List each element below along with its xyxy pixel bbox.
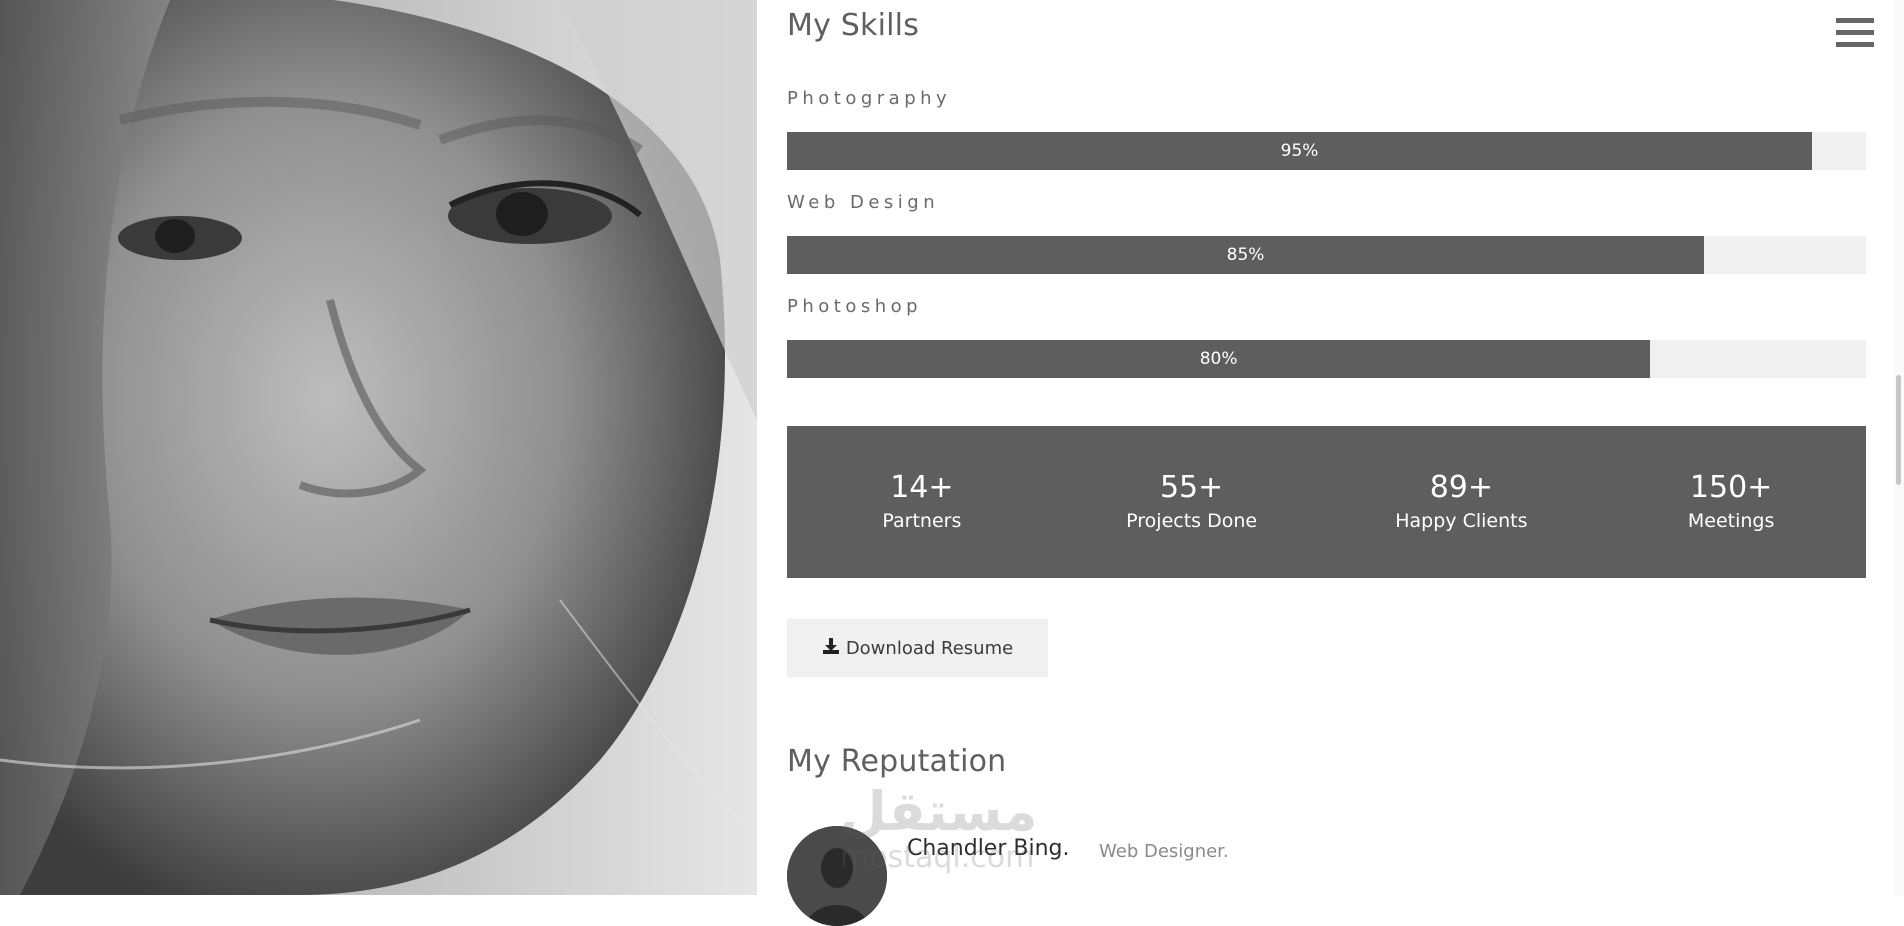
stats-panel: 14+ Partners 55+ Projects Done 89+ Happy… — [787, 426, 1866, 578]
stat-number: 14+ — [890, 470, 954, 505]
skill-bar-web-design: 85% — [787, 236, 1866, 274]
stat-number: 55+ — [1159, 470, 1224, 505]
skill-bar-fill-photography: 95% — [787, 132, 1813, 170]
reviewer-role: Web Designer. — [1099, 841, 1229, 862]
stat-label: Happy Clients — [1395, 510, 1528, 532]
reviewer-avatar — [787, 826, 887, 926]
skill-label-photoshop: Photoshop — [787, 296, 923, 317]
download-resume-button[interactable]: Download Resume — [787, 619, 1048, 677]
stat-label: Meetings — [1687, 510, 1775, 532]
resume-content: My Skills Photography 95% Web Design 85%… — [787, 0, 1867, 926]
hamburger-menu-icon[interactable] — [1836, 18, 1876, 54]
stat-label: Projects Done — [1126, 510, 1258, 532]
portrait-photo — [0, 0, 757, 895]
stat-happy-clients: 89+ Happy Clients — [1327, 469, 1597, 535]
review-item: Chandler Bing. Web Designer. — [787, 826, 1866, 926]
stat-label: Partners — [882, 510, 962, 532]
reviewer-name: Chandler Bing. — [907, 836, 1070, 861]
skill-label-web-design: Web Design — [787, 192, 940, 213]
stat-projects-done: 55+ Projects Done — [1057, 469, 1327, 535]
stat-number: 150+ — [1689, 470, 1773, 505]
skill-bar-photography: 95% — [787, 132, 1866, 170]
stat-meetings: 150+ Meetings — [1596, 469, 1866, 535]
page-scrollbar[interactable] — [1894, 0, 1904, 895]
skill-label-photography: Photography — [787, 88, 952, 109]
skill-bar-photoshop: 80% — [787, 340, 1866, 378]
reputation-title: My Reputation — [787, 744, 1007, 779]
scrollbar-thumb[interactable] — [1896, 375, 1901, 485]
skill-bar-fill-photoshop: 80% — [787, 340, 1651, 378]
download-resume-label: Download Resume — [845, 637, 1014, 659]
download-icon — [822, 637, 840, 660]
skill-bar-fill-web-design: 85% — [787, 236, 1705, 274]
skills-title: My Skills — [787, 8, 920, 43]
stat-number: 89+ — [1429, 470, 1494, 505]
stat-partners: 14+ Partners — [787, 469, 1057, 535]
